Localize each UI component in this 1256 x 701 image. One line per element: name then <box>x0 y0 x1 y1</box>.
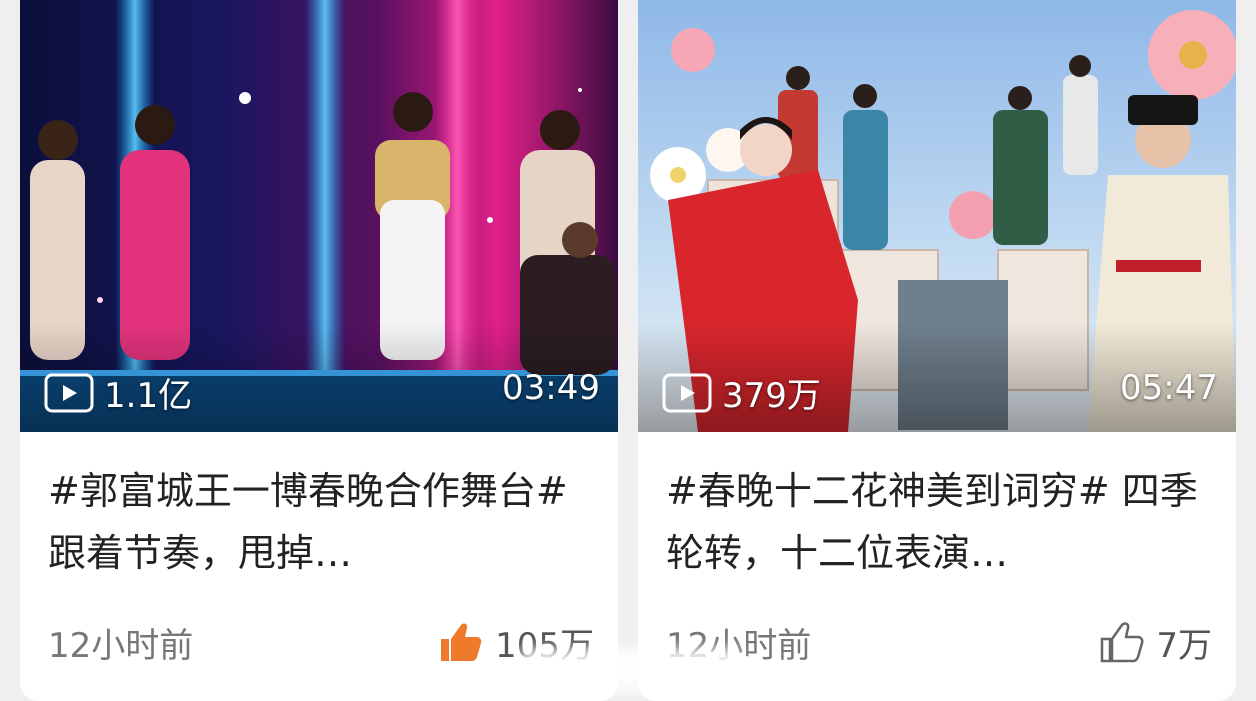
video-thumbnail[interactable]: 1.1亿 03:49 <box>20 0 618 432</box>
play-count: 379万 <box>662 368 821 417</box>
card-meta: 12小时前 7万 <box>666 612 1212 672</box>
thumbs-up-icon <box>1101 622 1144 663</box>
video-duration: 03:49 <box>502 368 600 408</box>
video-duration: 05:47 <box>1120 368 1218 408</box>
video-thumbnail[interactable]: 379万 05:47 <box>638 0 1236 432</box>
play-icon <box>44 373 94 412</box>
video-card[interactable]: 379万 05:47 #春晚十二花神美到词穷# 四季轮转，十二位表演… 12小时… <box>638 0 1236 701</box>
like-count: 7万 <box>1156 625 1212 666</box>
play-count: 1.1亿 <box>44 368 192 417</box>
watermark-blur <box>520 648 740 692</box>
video-title[interactable]: #春晚十二花神美到词穷# 四季轮转，十二位表演… <box>666 460 1208 584</box>
video-feed: 1.1亿 03:49 #郭富城王一博春晚合作舞台# 跟着节奏，甩掉… 12小时前… <box>0 0 1256 701</box>
like-button[interactable]: 7万 <box>1098 618 1212 667</box>
video-card[interactable]: 1.1亿 03:49 #郭富城王一博春晚合作舞台# 跟着节奏，甩掉… 12小时前… <box>20 0 618 701</box>
play-count-text: 1.1亿 <box>104 376 193 416</box>
video-title[interactable]: #郭富城王一博春晚合作舞台# 跟着节奏，甩掉… <box>48 460 590 584</box>
play-count-text: 379万 <box>722 376 821 416</box>
post-time: 12小时前 <box>48 625 194 666</box>
play-icon <box>662 373 712 412</box>
card-meta: 12小时前 105万 <box>48 612 594 672</box>
thumbs-up-icon <box>441 623 482 661</box>
